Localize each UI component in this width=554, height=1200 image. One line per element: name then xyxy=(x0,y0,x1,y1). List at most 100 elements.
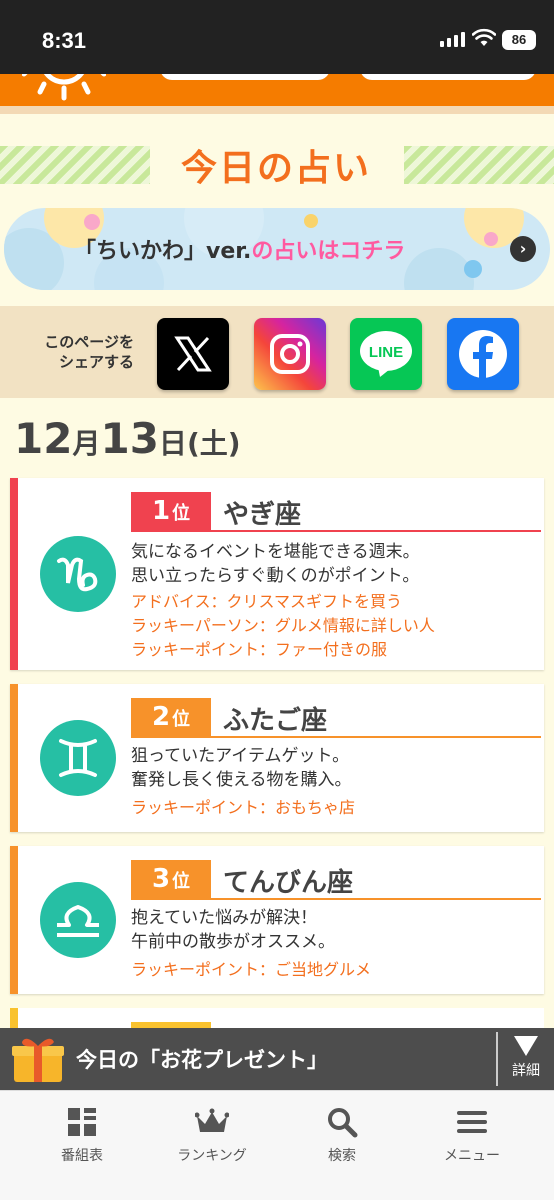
facebook-logo-icon xyxy=(459,330,507,378)
detail-label: 詳細 xyxy=(512,1063,540,1079)
fortune-message: 気になるイベントを堪能できる週末。 思い立ったらすぐ動くのがポイント。 xyxy=(131,540,420,588)
fortune-message-line: 抱えていた悩みが解決！ xyxy=(131,908,318,928)
header-button-1[interactable] xyxy=(160,74,330,80)
status-time: 8:31 xyxy=(42,28,87,53)
ranking-card-1[interactable]: 1位 やぎ座 気になるイベントを堪能できる週末。 思い立ったらすぐ動くのがポイン… xyxy=(10,478,544,670)
fortune-message-line: 気になるイベントを堪能できる週末。 xyxy=(131,542,420,562)
triangle-down-icon xyxy=(514,1036,538,1056)
banner-text-pink: の占いはコチラ xyxy=(251,239,406,264)
gemini-icon xyxy=(40,720,116,796)
flower-present-bar[interactable]: 今日の「お花プレゼント」 詳細 xyxy=(0,1028,554,1090)
rank-header: 2位 ふたご座 xyxy=(131,698,541,738)
date-weekday: (土) xyxy=(186,427,241,460)
wifi-icon xyxy=(472,28,496,46)
battery-icon: 86 xyxy=(502,30,536,50)
banner-text-black: 「ちいかわ」ver. xyxy=(74,239,252,264)
signal-icon xyxy=(440,32,465,47)
tip-lucky-point: ラッキーポイント：おもちゃ店 xyxy=(131,798,356,817)
fortune-tips: ラッキーポイント：ご当地グルメ xyxy=(131,958,371,982)
bottom-nav: 番組表 ランキング 検索 メニュー xyxy=(0,1090,554,1200)
rank-number: 2 xyxy=(151,702,171,732)
stripe-left xyxy=(0,146,150,184)
nav-label: メニュー xyxy=(444,1148,500,1164)
zodiac-sign-name: ふたご座 xyxy=(223,706,328,736)
fortune-message: 狙っていたアイテムゲット。 奮発し長く使える物を購入。 xyxy=(131,744,352,792)
tip-lucky-person: ラッキーパーソン：グルメ情報に詳しい人 xyxy=(131,616,435,635)
date-month: 12 xyxy=(14,414,73,463)
x-logo-icon xyxy=(174,336,212,372)
rank-number: 1 xyxy=(151,496,171,526)
share-label: このページを シェアする xyxy=(20,332,134,372)
line-logo-text: LINE xyxy=(369,344,403,361)
page-title: 今日の占い xyxy=(180,148,371,189)
fortune-message-line: 午前中の散歩がオススメ。 xyxy=(131,932,335,952)
fortune-message-line: 思い立ったらすぐ動くのがポイント。 xyxy=(131,566,420,586)
date-day-unit: 日 xyxy=(158,427,187,460)
nav-label: 検索 xyxy=(328,1148,356,1164)
fortune-message-line: 奮発し長く使える物を購入。 xyxy=(131,770,352,790)
share-label-line1: このページを xyxy=(44,333,134,351)
capricorn-symbol xyxy=(57,557,98,592)
rank-header: 3位 てんびん座 xyxy=(131,860,541,900)
gift-bar-text: 今日の「お花プレゼント」 xyxy=(76,1048,328,1072)
libra-symbol xyxy=(57,905,99,937)
fortune-date: 12月13日(土) xyxy=(14,414,241,463)
header-divider xyxy=(0,106,554,114)
zodiac-sign-name: てんびん座 xyxy=(223,868,354,898)
rank-unit: 位 xyxy=(172,871,191,892)
tip-lucky-point: ラッキーポイント：ご当地グルメ xyxy=(131,960,372,979)
share-label-line2: シェアする xyxy=(58,353,134,371)
ranking-card-3[interactable]: 3位 てんびん座 抱えていた悩みが解決！ 午前中の散歩がオススメ。 ラッキーポイ… xyxy=(10,846,544,994)
fortune-message-line: 狙っていたアイテムゲット。 xyxy=(131,746,350,766)
fortune-message: 抱えていた悩みが解決！ 午前中の散歩がオススメ。 xyxy=(131,906,335,954)
nav-item-schedule[interactable]: 番組表 xyxy=(22,1105,142,1165)
section-title-row: 今日の占い xyxy=(0,138,554,192)
fortune-tips: ラッキーポイント：おもちゃ店 xyxy=(131,796,355,820)
rank-badge: 1位 xyxy=(131,492,211,530)
instagram-logo-icon xyxy=(270,334,310,374)
share-facebook-button[interactable] xyxy=(447,318,519,390)
rank-badge: 2位 xyxy=(131,698,211,736)
chiikawa-banner[interactable]: 「ちいかわ」ver. の占いはコチラ › xyxy=(4,208,550,290)
nav-label: 番組表 xyxy=(61,1148,103,1164)
tip-advice: アドバイス：クリスマスギフトを買う xyxy=(131,592,403,611)
nav-label: ランキング xyxy=(177,1148,247,1164)
share-x-button[interactable] xyxy=(157,318,229,390)
rank-badge: 3位 xyxy=(131,860,211,898)
date-day: 13 xyxy=(100,414,159,463)
nav-item-menu[interactable]: メニュー xyxy=(412,1105,532,1165)
flower-icon xyxy=(464,260,482,278)
flower-icon xyxy=(484,232,498,246)
share-line-button[interactable]: LINE xyxy=(350,318,422,390)
line-logo-icon: LINE xyxy=(360,331,412,377)
rank-unit: 位 xyxy=(172,709,191,730)
sun-logo-icon[interactable] xyxy=(22,74,106,102)
share-instagram-button[interactable] xyxy=(254,318,326,390)
search-icon xyxy=(328,1108,358,1138)
detail-button[interactable]: 詳細 xyxy=(502,1034,550,1080)
banner-text: 「ちいかわ」ver. の占いはコチラ xyxy=(74,208,405,290)
tip-lucky-point: ラッキーポイント：ファー付きの服 xyxy=(131,640,388,659)
nav-item-ranking[interactable]: ランキング xyxy=(152,1105,272,1165)
ranking-card-2[interactable]: 2位 ふたご座 狙っていたアイテムゲット。 奮発し長く使える物を購入。 ラッキー… xyxy=(10,684,544,832)
stripe-right xyxy=(404,146,554,184)
gemini-symbol xyxy=(59,739,97,777)
rank-unit: 位 xyxy=(172,503,191,524)
date-month-unit: 月 xyxy=(72,427,101,460)
share-section: このページを シェアする LINE xyxy=(0,306,554,398)
zodiac-sign-name: やぎ座 xyxy=(223,500,302,530)
section-title-box: 今日の占い xyxy=(150,138,402,192)
capricorn-icon xyxy=(40,536,116,612)
header-button-2[interactable] xyxy=(360,74,536,80)
hamburger-icon xyxy=(457,1111,487,1133)
site-header xyxy=(0,74,554,106)
nav-item-search[interactable]: 検索 xyxy=(282,1105,402,1165)
fortune-tips: アドバイス：クリスマスギフトを買う ラッキーパーソン：グルメ情報に詳しい人 ラッ… xyxy=(131,590,435,662)
grid-icon xyxy=(68,1108,96,1136)
rank-header: 1位 やぎ座 xyxy=(131,492,541,532)
gift-bar-divider xyxy=(496,1032,498,1086)
chevron-right-icon: › xyxy=(510,236,536,262)
status-bar: 8:31 86 xyxy=(0,0,554,74)
crown-icon xyxy=(195,1108,229,1132)
gift-box-icon xyxy=(12,1038,64,1082)
